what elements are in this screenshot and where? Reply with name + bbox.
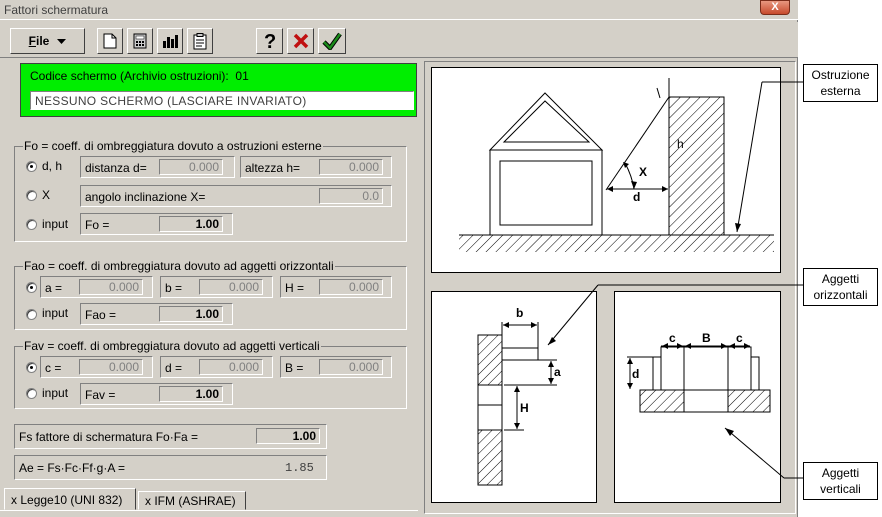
callout-aggetti-orizzontali: Aggetti orizzontali — [803, 268, 878, 306]
callout-aggetti-verticali: Aggetti verticali — [803, 462, 878, 500]
callout-ostruzione-esterna: Ostruzione esterna — [803, 64, 878, 102]
fattori-schermatura-window: Fattori schermatura X File ? Codice sche… — [0, 0, 803, 517]
callout-leader-lines — [547, 81, 803, 479]
